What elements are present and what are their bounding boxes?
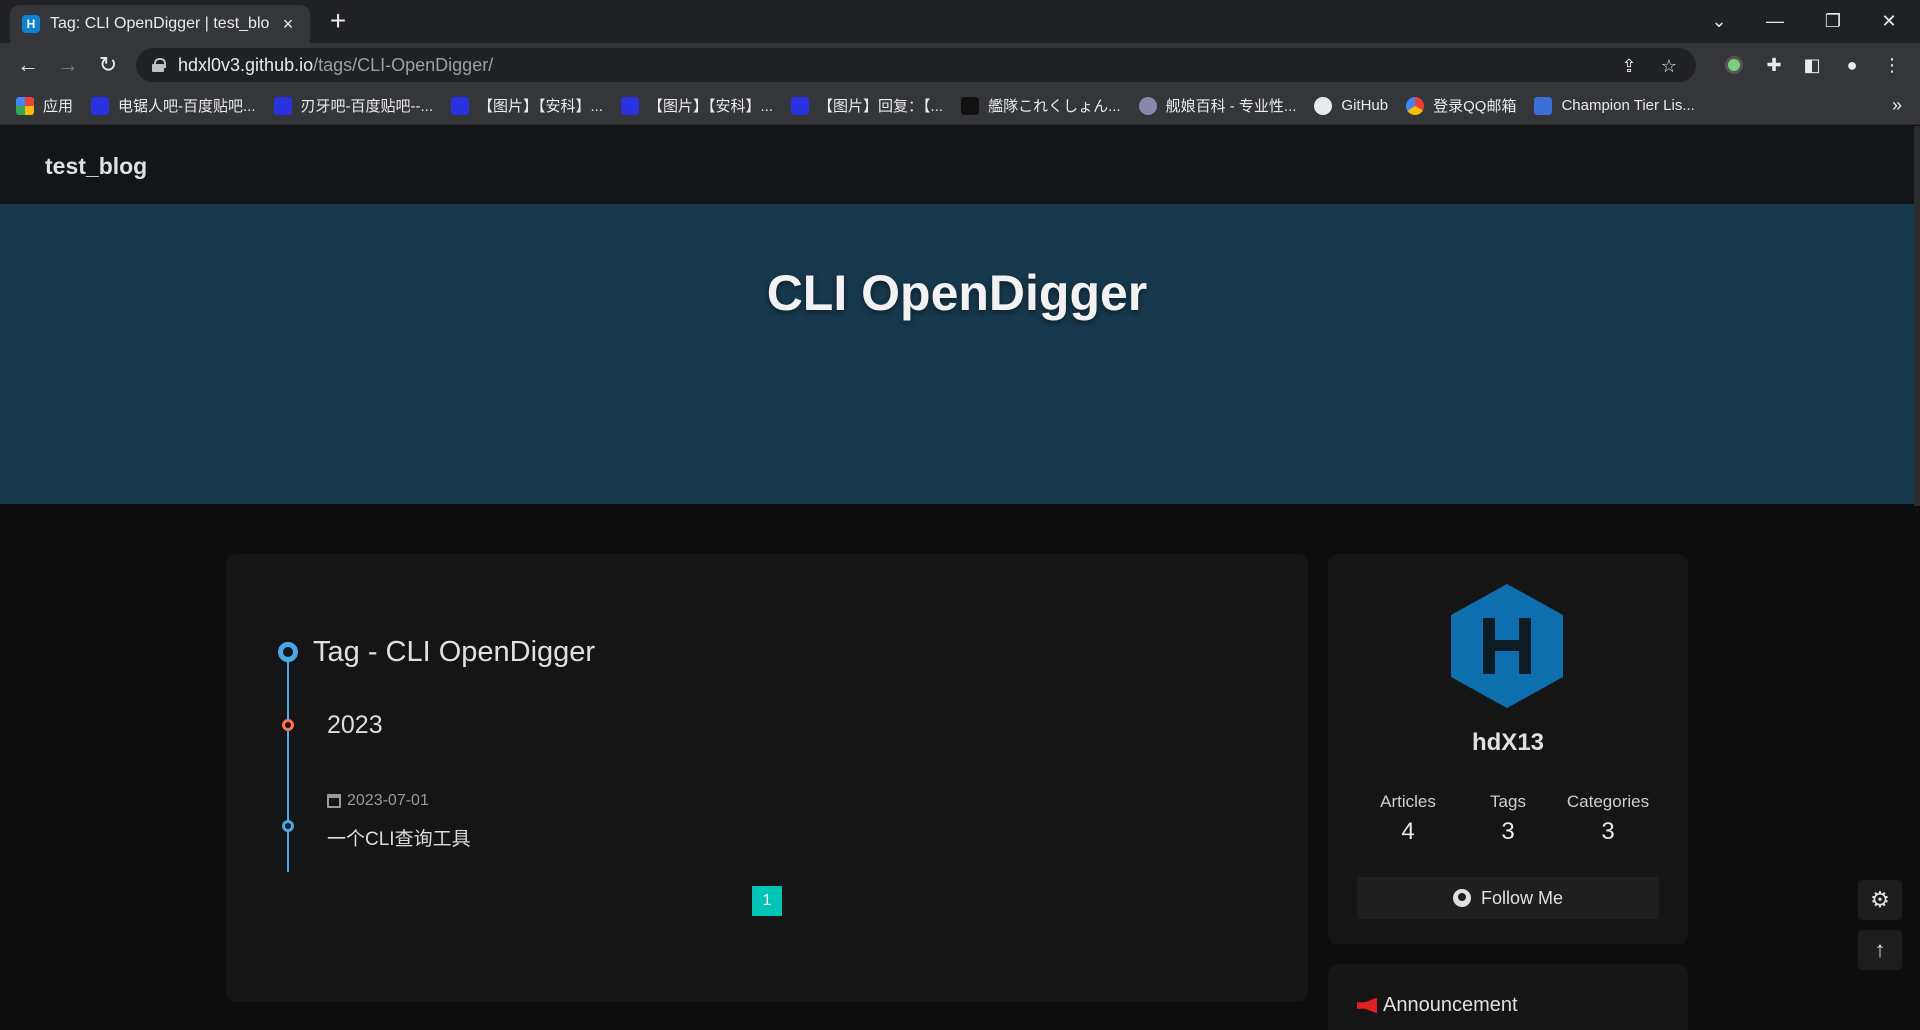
github-icon (1314, 96, 1333, 115)
baidu-paw-icon (621, 96, 640, 115)
page-header: CLI OpenDigger (0, 204, 1914, 504)
announcement-label: Announcement (1383, 994, 1518, 1016)
extension-circle-icon[interactable] (1722, 53, 1746, 77)
qq-mail-icon (1406, 96, 1425, 115)
avatar[interactable] (1451, 584, 1563, 708)
stat-value: 3 (1501, 818, 1515, 845)
baidu-paw-icon (451, 96, 470, 115)
stat-label: Tags (1490, 792, 1526, 811)
bullhorn-icon (1357, 997, 1377, 1014)
restore-icon[interactable]: ❐ (1810, 6, 1856, 36)
profile-icon[interactable]: ● (1840, 53, 1864, 77)
bookmark-item[interactable]: 【图片】回复：【... (791, 95, 943, 116)
new-tab-icon[interactable]: + (324, 7, 352, 36)
announcement-card: Announcement (1328, 964, 1688, 1030)
forward-icon[interactable]: → (54, 51, 82, 79)
bookmark-item[interactable]: 刃牙吧-百度贴吧--... (273, 95, 433, 116)
author-name: hdX13 (1471, 729, 1545, 756)
bookmark-item[interactable]: 艦隊これくしょん... (961, 95, 1121, 116)
tab-search-icon[interactable]: ⌄ (1696, 6, 1742, 36)
follow-me-button[interactable]: Follow Me (1357, 877, 1659, 919)
bookmark-item[interactable]: 舰娘百科 - 专业性... (1138, 95, 1296, 116)
minimize-icon[interactable]: — (1752, 6, 1798, 36)
address-bar[interactable]: hdxl0v3.github.io/tags/CLI-OpenDigger/ ⇪… (136, 48, 1696, 82)
bookmark-apps[interactable]: 应用 (16, 95, 73, 116)
bookmark-github[interactable]: GitHub (1314, 96, 1388, 115)
bookmarks-bar: 应用 电锯人吧-百度贴吧... 刃牙吧-百度贴吧--... 【图片】【安科】..… (0, 87, 1920, 125)
bookmark-item[interactable]: 【图片】【安科】... (621, 95, 773, 116)
github-icon (1452, 889, 1471, 907)
stat-articles[interactable]: Articles 4 (1358, 792, 1458, 846)
tab-title: Tag: CLI OpenDigger | test_blog (50, 15, 270, 32)
stat-categories[interactable]: Categories 3 (1558, 792, 1658, 846)
stat-label: Articles (1380, 792, 1436, 811)
extensions-puzzle-icon[interactable]: ✚ (1762, 53, 1786, 77)
post-date-text: 2023-07-01 (347, 792, 429, 809)
reload-icon[interactable]: ↻ (94, 51, 122, 79)
browser-tab-bar: H Tag: CLI OpenDigger | test_blog × + ⌄ … (0, 0, 1920, 43)
tag-heading: Tag - CLI OpenDigger (313, 636, 596, 668)
bookmark-star-icon[interactable]: ☆ (1658, 55, 1680, 77)
dmm-icon (961, 96, 980, 115)
pagination-current[interactable]: 1 (752, 886, 782, 916)
tab-favicon-icon: H (22, 15, 40, 33)
timeline-line (287, 652, 289, 872)
baidu-paw-icon (91, 96, 110, 115)
year-dot (282, 719, 294, 731)
bookmarks-overflow-icon[interactable]: » (1892, 95, 1902, 116)
back-icon[interactable]: ← (14, 51, 42, 79)
op-gg-icon (1534, 96, 1553, 115)
announcement-heading: Announcement (1357, 994, 1518, 1017)
tag-archive-card: Tag - CLI OpenDigger 2023 2023-07-01 一个C… (226, 554, 1308, 1002)
bookmark-item[interactable]: 【图片】【安科】... (451, 95, 603, 116)
bookmark-item[interactable]: 登录QQ邮箱 (1406, 95, 1516, 116)
tab-close-icon[interactable]: × (278, 14, 298, 35)
follow-me-label: Follow Me (1480, 887, 1564, 908)
page-viewport: test_blog CLI OpenDigger Tag - CLI OpenD… (0, 126, 1920, 1030)
blog-navbar: test_blog (0, 126, 1914, 204)
stat-value: 3 (1601, 818, 1615, 845)
baidu-paw-icon (791, 96, 810, 115)
post-dot (282, 820, 294, 832)
site-name-link[interactable]: test_blog (45, 153, 147, 180)
baidu-paw-icon (273, 96, 292, 115)
settings-gear-button[interactable]: ⚙ (1858, 880, 1902, 920)
close-window-icon[interactable]: ✕ (1866, 6, 1912, 36)
post-title-link[interactable]: 一个CLI查询工具 (327, 824, 471, 851)
stat-value: 4 (1401, 818, 1415, 845)
bookmark-item[interactable]: 电锯人吧-百度贴吧... (91, 95, 256, 116)
stat-label: Categories (1566, 792, 1650, 811)
calendar-icon (327, 794, 341, 808)
url-host: hdxl0v3.github.io (178, 54, 314, 75)
side-panel-icon[interactable]: ◧ (1800, 53, 1824, 77)
lock-icon[interactable] (152, 58, 166, 72)
stat-tags[interactable]: Tags 3 (1458, 792, 1558, 846)
browser-tab[interactable]: H Tag: CLI OpenDigger | test_blog × (10, 5, 310, 43)
page-title: CLI OpenDigger (766, 265, 1148, 321)
page-scrollbar[interactable] (1914, 126, 1920, 506)
back-to-top-button[interactable]: ↑ (1858, 930, 1902, 970)
timeline-head-dot (278, 642, 298, 662)
apps-grid-icon (16, 96, 34, 115)
menu-kebab-icon[interactable]: ⋮ (1880, 53, 1904, 77)
browser-toolbar: ← → ↻ hdxl0v3.github.io/tags/CLI-OpenDig… (0, 43, 1920, 87)
share-icon[interactable]: ⇪ (1618, 55, 1640, 77)
year-label: 2023 (327, 711, 383, 739)
author-card: hdX13 Articles 4 Tags 3 Categories 3 Fol… (1328, 554, 1688, 944)
url-path: /tags/CLI-OpenDigger/ (313, 54, 494, 75)
wiki-icon (1138, 96, 1157, 115)
post-date: 2023-07-01 (327, 792, 429, 810)
bookmark-item[interactable]: Champion Tier Lis... (1534, 96, 1695, 115)
